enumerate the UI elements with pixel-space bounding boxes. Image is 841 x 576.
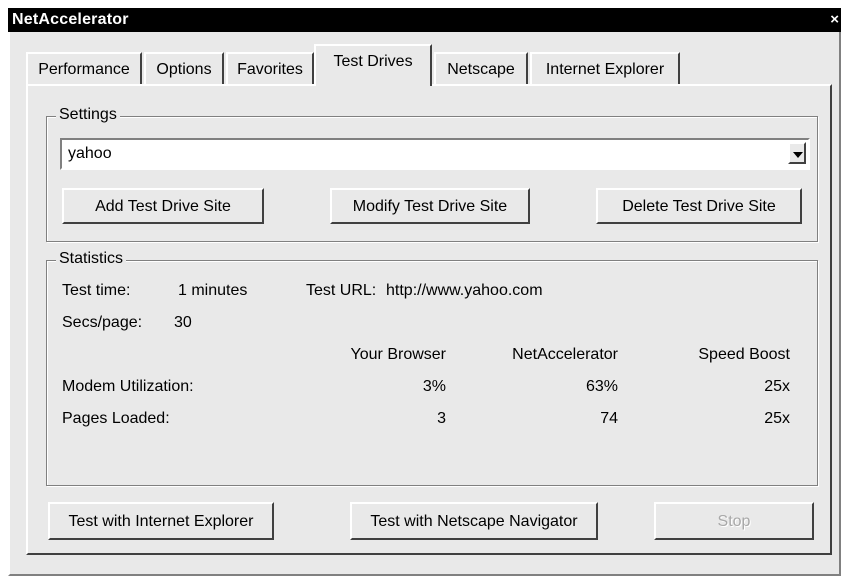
tab-label: Options [156,61,212,78]
tab-label: Performance [38,61,130,78]
test-drives-panel: Settings yahoo Add Test Drive Site Modif… [26,84,832,555]
modem-utilization-netaccelerator: 63% [585,378,618,395]
delete-test-drive-site-button[interactable]: Delete Test Drive Site [596,188,802,224]
secs-per-page-label: Secs/page: [62,314,143,331]
tab-performance[interactable]: Performance [26,52,142,84]
stop-button-label: Stop [717,513,751,530]
test-time-value: 1 minutes [178,282,248,299]
modem-utilization-your-browser: 3% [422,378,446,395]
tab-internet-explorer[interactable]: Internet Explorer [530,52,680,84]
tab-options[interactable]: Options [144,52,224,84]
delete-button-label: Delete Test Drive Site [622,198,776,215]
stop-button[interactable]: Stop [654,502,814,540]
test-ie-button-label: Test with Internet Explorer [68,513,254,530]
tab-favorites[interactable]: Favorites [226,52,314,84]
test-url-value: http://www.yahoo.com [386,282,543,299]
tab-test-drives[interactable]: Test Drives [314,44,432,86]
tab-label: Favorites [237,61,303,78]
pages-loaded-speed-boost: 25x [764,410,790,427]
tab-netscape[interactable]: Netscape [434,52,528,84]
tab-label: Internet Explorer [545,61,665,78]
pages-loaded-label: Pages Loaded: [62,410,170,427]
add-test-drive-site-button[interactable]: Add Test Drive Site [62,188,264,224]
tab-label: Test Drives [333,53,413,70]
close-icon[interactable]: × [830,11,839,28]
modem-utilization-label: Modem Utilization: [62,378,194,395]
test-drive-site-select[interactable]: yahoo [60,138,810,170]
selected-site-value: yahoo [68,145,112,162]
test-with-internet-explorer-button[interactable]: Test with Internet Explorer [48,502,274,540]
add-button-label: Add Test Drive Site [95,198,231,215]
window-title: NetAccelerator [12,11,129,28]
pages-loaded-your-browser: 3 [437,410,446,427]
title-bar[interactable]: NetAccelerator × [8,8,841,32]
test-url-label: Test URL: [306,282,377,299]
secs-per-page-value: 30 [174,314,192,331]
test-time-label: Test time: [62,282,131,299]
modify-test-drive-site-button[interactable]: Modify Test Drive Site [330,188,530,224]
column-header-your-browser: Your Browser [350,346,446,363]
modify-button-label: Modify Test Drive Site [352,198,508,215]
pages-loaded-netaccelerator: 74 [600,410,618,427]
statistics-group-label: Statistics [56,250,127,268]
chevron-down-icon[interactable] [788,142,806,164]
modem-utilization-speed-boost: 25x [764,378,790,395]
tab-label: Netscape [447,61,515,78]
column-header-speed-boost: Speed Boost [698,346,790,363]
settings-group-label: Settings [56,106,120,124]
test-with-netscape-navigator-button[interactable]: Test with Netscape Navigator [350,502,598,540]
test-netscape-button-label: Test with Netscape Navigator [370,513,578,530]
column-header-netaccelerator: NetAccelerator [512,346,618,363]
